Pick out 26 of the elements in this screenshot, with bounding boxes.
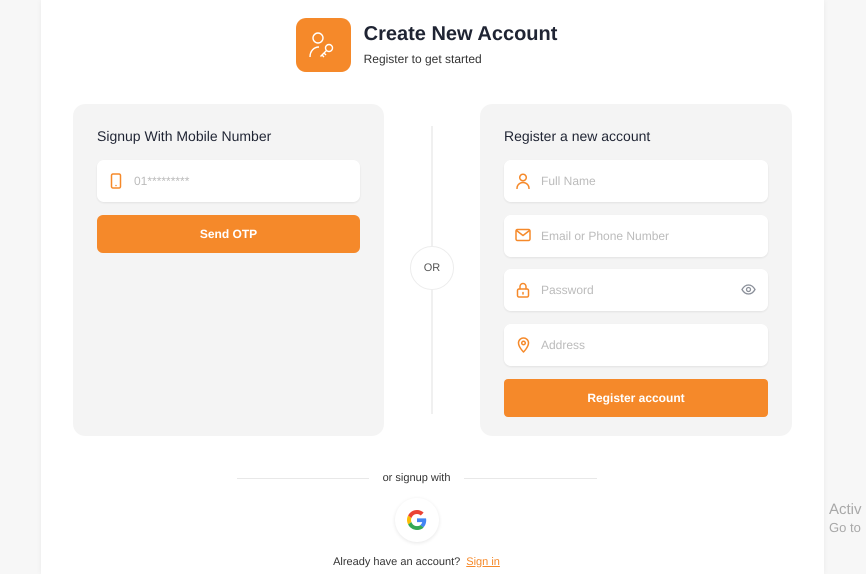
panel-title: Signup With Mobile Number xyxy=(97,127,272,146)
g-logo-icon xyxy=(406,510,426,530)
mail-icon xyxy=(515,228,531,242)
input-field[interactable]: Address xyxy=(504,324,768,366)
divider-label: or signup with xyxy=(382,471,450,486)
input-field[interactable]: Email or Phone Number xyxy=(504,214,768,256)
user-key-icon xyxy=(296,18,351,72)
page-title: Create New Account xyxy=(364,22,558,47)
eye-icon[interactable] xyxy=(741,284,756,295)
location-pin-icon xyxy=(515,336,531,352)
sign-in-link[interactable]: Sign in xyxy=(466,554,500,570)
phone-icon xyxy=(108,173,124,189)
lock-icon xyxy=(515,282,531,298)
overlay-text: Activ xyxy=(829,501,862,520)
input-field[interactable]: Full Name xyxy=(504,160,768,202)
account-prompt: Already have an account? xyxy=(333,554,460,570)
or-separator: OR xyxy=(410,246,454,290)
person-icon xyxy=(515,173,531,189)
send-otp-button[interactable]: Send OTP xyxy=(97,215,360,253)
panel-title: Register a new account xyxy=(504,127,652,146)
input-field[interactable]: 01********* xyxy=(97,160,360,202)
input-field[interactable]: Password xyxy=(504,269,768,311)
register-button[interactable]: Register account xyxy=(504,378,768,416)
google-signup-button[interactable] xyxy=(394,498,438,542)
page-subtitle: Register to get started xyxy=(364,51,483,68)
overlay-text: Go to xyxy=(829,520,862,536)
